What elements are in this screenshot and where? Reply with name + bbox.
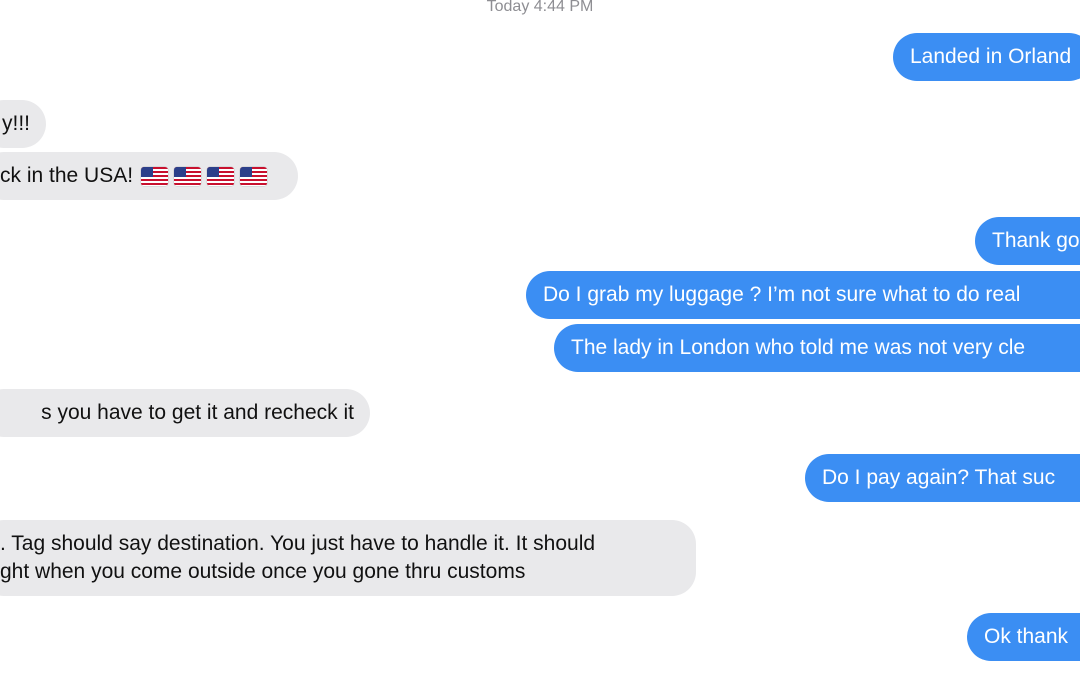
outgoing-message-bubble[interactable]: Do I grab my luggage ? I’m not sure what… — [526, 271, 1080, 319]
us-flag-emoji-group — [140, 166, 267, 186]
us-flag-emoji — [140, 166, 168, 186]
outgoing-message-bubble[interactable]: Landed in Orland — [893, 33, 1080, 81]
incoming-message-bubble[interactable]: . Tag should say destination. You just h… — [0, 520, 696, 596]
us-flag-emoji — [239, 166, 267, 186]
incoming-message-bubble[interactable]: y!!! — [0, 100, 46, 148]
thread-timestamp: Today 4:44 PM — [486, 0, 594, 15]
message-text: Thank go — [992, 229, 1080, 252]
us-flag-emoji — [206, 166, 234, 186]
message-text: y!!! — [1, 112, 30, 135]
outgoing-message-bubble[interactable]: Ok thank — [967, 613, 1080, 661]
message-text: s you have to get it and recheck it — [41, 401, 354, 424]
message-text-line: ght when you come outside once you gone … — [0, 560, 526, 583]
message-text: The lady in London who told me was not v… — [571, 336, 1026, 359]
message-text-line: . Tag should say destination. You just h… — [0, 532, 596, 555]
message-text: ck in the USA! — [0, 164, 134, 187]
message-text: Do I pay again? That suc — [822, 466, 1056, 489]
us-flag-emoji — [173, 166, 201, 186]
message-thread: Today 4:44 PM Landed in Orland y!!! ck i… — [0, 0, 1080, 675]
message-text: Do I grab my luggage ? I’m not sure what… — [543, 283, 1021, 306]
outgoing-message-bubble[interactable]: The lady in London who told me was not v… — [554, 324, 1080, 372]
incoming-message-bubble[interactable]: ck in the USA! — [0, 152, 298, 200]
message-text: Landed in Orland — [910, 45, 1072, 68]
message-text: Ok thank — [984, 625, 1069, 648]
outgoing-message-bubble[interactable]: Do I pay again? That suc — [805, 454, 1080, 502]
incoming-message-bubble[interactable]: s you have to get it and recheck it — [0, 389, 370, 437]
outgoing-message-bubble[interactable]: Thank go — [975, 217, 1080, 265]
